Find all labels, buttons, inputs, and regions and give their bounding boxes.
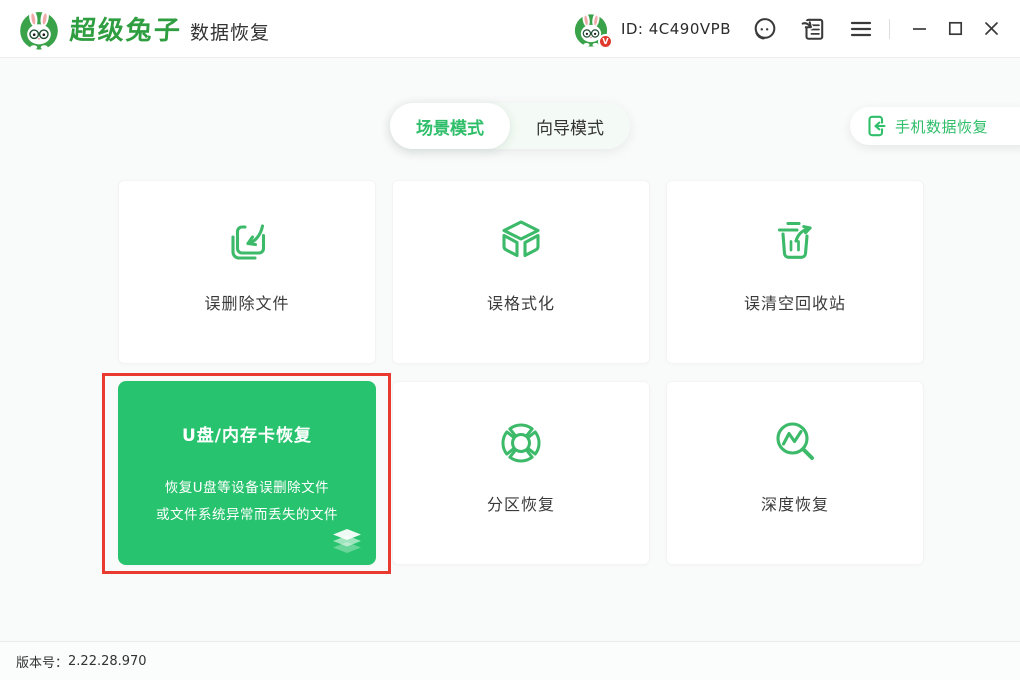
maximize-icon [948,21,963,36]
vip-badge: V [598,34,613,49]
card-label: 误格式化 [487,290,555,314]
phone-arrow-icon [865,115,887,137]
cube-icon [495,216,547,268]
card-partition-recovery[interactable]: 分区恢复 [392,381,650,565]
brand-name: 超级兔子 [69,10,184,47]
minimize-button[interactable] [906,16,932,42]
card-formatted-disk[interactable]: 误格式化 [392,180,650,364]
titlebar-separator [889,19,890,39]
brand-product: 数据恢复 [190,18,270,45]
tab-scene-mode[interactable]: 场景模式 [390,103,510,149]
user-avatar[interactable]: V [573,11,609,47]
minimize-icon [912,21,927,36]
card-usb-recovery[interactable]: U盘/内存卡恢复 恢复U盘等设备误删除文件 或文件系统异常而丢失的文件 [118,381,376,565]
phone-recovery-label: 手机数据恢复 [895,116,988,137]
card-recycle-bin[interactable]: 误清空回收站 [666,180,924,364]
version-value: 2.22.28.970 [68,654,147,669]
app-logo-rabbit-icon [18,8,60,50]
layers-icon [330,529,364,555]
deep-scan-icon [769,417,821,469]
card-description-line1: 恢复U盘等设备误删除文件 [118,475,376,502]
card-deep-recovery[interactable]: 深度恢复 [666,381,924,565]
feedback-button[interactable] [799,15,827,43]
feedback-form-icon [800,16,826,42]
mode-toggle: 场景模式 向导模式 [390,103,630,149]
card-label: 深度恢复 [761,491,829,515]
phone-data-recovery-button[interactable]: 手机数据恢复 [850,107,1020,145]
lifebuoy-icon [495,417,547,469]
card-description-line2: 或文件系统异常而丢失的文件 [118,502,376,529]
card-description: 恢复U盘等设备误删除文件 或文件系统异常而丢失的文件 [118,475,376,529]
trash-restore-icon [769,216,821,268]
menu-button[interactable] [847,15,875,43]
card-deleted-files[interactable]: 误删除文件 [118,180,376,364]
hamburger-menu-icon [849,17,873,41]
footer: 版本号： 2.22.28.970 [0,641,1020,680]
titlebar-right: V ID: 4C490VPB [573,11,1004,47]
card-label: 误清空回收站 [744,290,846,314]
card-title: U盘/内存卡恢复 [118,421,376,446]
file-restore-icon [221,216,273,268]
support-button[interactable] [751,15,779,43]
titlebar: 超级兔子 数据恢复 V ID: 4C490VPB [0,0,1020,58]
close-button[interactable] [978,16,1004,42]
card-label: 误删除文件 [204,290,289,314]
card-label: 分区恢复 [487,491,555,515]
version-label: 版本号： [16,652,68,671]
main-area: 场景模式 向导模式 手机数据恢复 误删除文件 [0,58,1020,641]
user-id-label: ID: 4C490VPB [621,20,731,38]
maximize-button[interactable] [942,16,968,42]
app-title: 超级兔子 数据恢复 [70,10,270,47]
tab-wizard-mode[interactable]: 向导模式 [510,103,630,149]
recovery-cards-grid: 误删除文件 误格式化 误清空回收站 [118,180,924,565]
close-icon [984,21,999,36]
headset-icon [752,16,778,42]
